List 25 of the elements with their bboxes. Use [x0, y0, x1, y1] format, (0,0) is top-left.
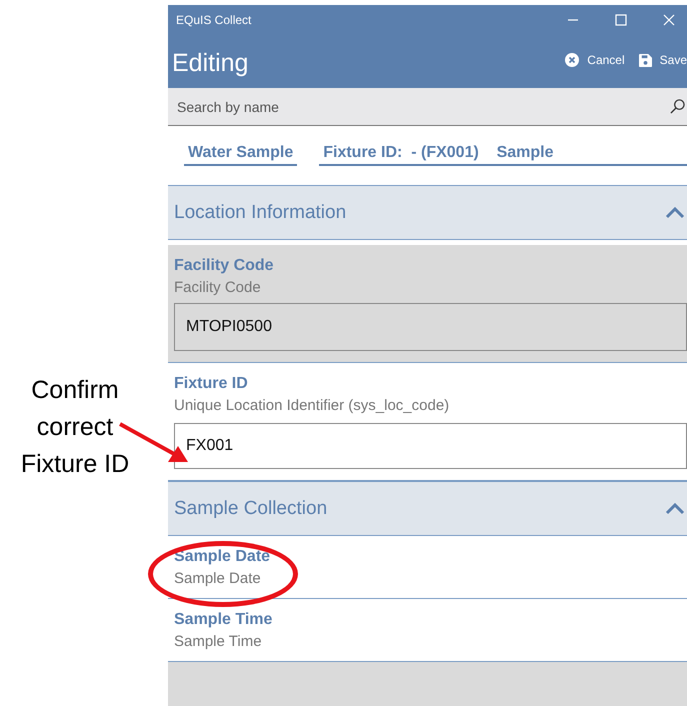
save-button[interactable]: Save: [638, 51, 687, 69]
field-label: Sample Time: [174, 611, 274, 629]
field-label: Fixture ID: [174, 375, 249, 393]
section-header[interactable]: Sample Collection: [168, 481, 687, 536]
search-icon: [670, 99, 685, 114]
breadcrumb-link[interactable]: Fixture ID: - (FX001) Sample: [319, 144, 687, 166]
search-bar[interactable]: Search by name: [168, 88, 687, 126]
field-hint: Sample Date: [174, 570, 262, 587]
page-title: Editing: [172, 49, 248, 78]
input-field: MTOPI0500: [174, 303, 687, 351]
field-hint: Sample Time: [174, 633, 263, 650]
cancel-icon: [565, 53, 580, 67]
breadcrumb-link[interactable]: Water Sample: [184, 144, 298, 166]
input-field[interactable]: FX001: [174, 423, 687, 469]
field-hint: Facility Code: [174, 279, 262, 296]
section-header[interactable]: Location Information: [168, 185, 687, 240]
maximize-icon[interactable]: [615, 14, 627, 26]
close-icon[interactable]: [663, 14, 675, 26]
callout-text: Confirm correct Fixture ID: [20, 375, 130, 480]
field-label: Facility Code: [174, 257, 275, 275]
search-field[interactable]: Search by name: [175, 98, 670, 116]
field-label: Sample Date: [174, 548, 272, 566]
window-title: EQuIS Collect: [176, 13, 252, 27]
cancel-button[interactable]: Cancel: [565, 51, 625, 69]
field-hint: Unique Location Identifier (sys_loc_code): [174, 397, 450, 414]
